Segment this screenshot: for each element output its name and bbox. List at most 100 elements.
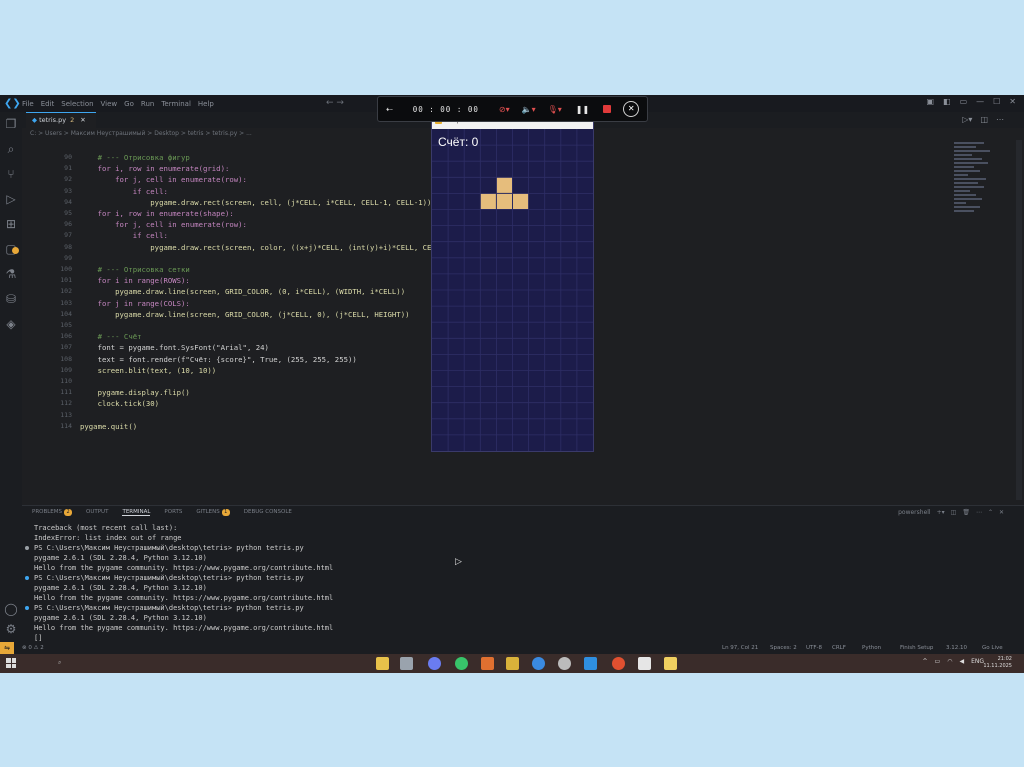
- tab-debug-console[interactable]: DEBUG CONSOLE: [244, 509, 292, 516]
- panel-toggle-icon[interactable]: ▭: [960, 97, 968, 106]
- code-line[interactable]: # --- Счёт: [80, 332, 142, 341]
- code-line[interactable]: pygame.draw.line(screen, GRID_COLOR, (0,…: [80, 287, 405, 296]
- command-status-dot[interactable]: [25, 546, 29, 550]
- more-icon[interactable]: ⋯: [976, 509, 982, 516]
- run-file-icon[interactable]: ▷▾: [962, 115, 972, 124]
- app-icon-10[interactable]: [612, 657, 625, 670]
- microphone-icon[interactable]: 🎙▾: [548, 105, 562, 114]
- menu-item-view[interactable]: View: [101, 100, 118, 108]
- menu-item-run[interactable]: Run: [141, 100, 154, 108]
- extensions-icon[interactable]: ⊞: [0, 212, 22, 237]
- app-icon-3[interactable]: [428, 657, 441, 670]
- app-icon-8[interactable]: [558, 657, 571, 670]
- go-live-button[interactable]: Go Live: [982, 645, 1003, 651]
- close-panel-icon[interactable]: ✕: [999, 509, 1004, 516]
- tab-terminal[interactable]: TERMINAL: [122, 509, 151, 516]
- split-terminal-icon[interactable]: ◫: [951, 509, 957, 516]
- testing-icon[interactable]: ⚗: [0, 262, 22, 287]
- menu-item-selection[interactable]: Selection: [61, 100, 93, 108]
- language-mode[interactable]: Python: [862, 645, 881, 651]
- maximize-panel-icon[interactable]: ⌃: [988, 509, 993, 516]
- search-icon[interactable]: ⌕: [0, 137, 22, 162]
- close-recorder-button[interactable]: ✕: [623, 101, 640, 117]
- tab-gitlens[interactable]: GITLENS 1: [196, 509, 230, 516]
- code-line[interactable]: for j, cell in enumerate(row):: [80, 175, 247, 184]
- remote-indicator-icon[interactable]: ⇋: [0, 642, 14, 654]
- tab-output[interactable]: OUTPUT: [86, 509, 108, 516]
- search-taskbar-icon[interactable]: ⌕: [58, 659, 61, 667]
- whatsapp-icon[interactable]: [455, 657, 468, 670]
- stop-button[interactable]: [603, 105, 612, 113]
- kill-terminal-icon[interactable]: 🗑: [962, 509, 970, 516]
- code-line[interactable]: for i, row in enumerate(grid):: [80, 164, 230, 173]
- menu-item-file[interactable]: File: [22, 100, 34, 108]
- tab-problems[interactable]: PROBLEMS 2: [32, 509, 73, 516]
- source-control-icon[interactable]: ⑂: [0, 162, 22, 187]
- code-line[interactable]: for i, row in enumerate(shape):: [80, 209, 234, 218]
- tab-ports[interactable]: PORTS: [164, 509, 182, 516]
- webcam-toggle-icon[interactable]: ⊘▾: [499, 105, 510, 114]
- game-board[interactable]: [432, 129, 593, 451]
- minimize-icon[interactable]: —: [976, 97, 984, 106]
- breadcrumb[interactable]: C: > Users > Максим Неустрашимый > Deskt…: [30, 130, 252, 137]
- finish-setup[interactable]: Finish Setup: [900, 645, 933, 651]
- code-line[interactable]: if cell:: [80, 187, 168, 196]
- volume-icon[interactable]: ◀: [959, 658, 964, 665]
- windows-start-icon[interactable]: [6, 658, 16, 668]
- app-icon-5[interactable]: [481, 657, 494, 670]
- code-line[interactable]: for i in range(ROWS):: [80, 276, 190, 285]
- browser-icon[interactable]: [532, 657, 545, 670]
- sidebar-toggle-icon[interactable]: ◧: [943, 97, 951, 106]
- close-tab-icon[interactable]: ✕: [80, 116, 85, 124]
- game-window[interactable]: Тетрис с ИИ — ☐ ✕ Счёт: 0: [431, 112, 594, 452]
- language-indicator[interactable]: ENG: [971, 658, 984, 665]
- editor-scrollbar[interactable]: [1016, 140, 1022, 500]
- close-window-icon[interactable]: ✕: [1009, 97, 1016, 106]
- code-line[interactable]: clock.tick(30): [80, 399, 160, 408]
- database-icon[interactable]: ⛁: [0, 287, 22, 312]
- menu-item-help[interactable]: Help: [198, 100, 214, 108]
- command-status-dot[interactable]: [25, 576, 29, 580]
- explorer-icon[interactable]: ❐: [0, 112, 22, 137]
- file-explorer-icon[interactable]: [376, 657, 389, 670]
- python-version[interactable]: 3.12.10: [946, 645, 967, 651]
- indentation[interactable]: Spaces: 2: [770, 645, 797, 651]
- code-line[interactable]: pygame.draw.rect(screen, cell, (j*CELL, …: [80, 198, 431, 207]
- app-icon-11[interactable]: [638, 657, 651, 670]
- code-line[interactable]: font = pygame.font.SysFont("Arial", 24): [80, 343, 269, 352]
- python-taskbar-icon[interactable]: [664, 657, 677, 670]
- drag-handle-icon[interactable]: ⇠: [386, 105, 393, 114]
- menu-item-go[interactable]: Go: [124, 100, 134, 108]
- maximize-icon[interactable]: ☐: [993, 97, 1000, 106]
- speaker-icon[interactable]: 🔈▾: [522, 105, 536, 114]
- wifi-icon[interactable]: ◠: [947, 658, 952, 665]
- tray-chevron-icon[interactable]: ^: [922, 658, 927, 665]
- code-line[interactable]: pygame.draw.line(screen, GRID_COLOR, (j*…: [80, 310, 409, 319]
- settings-gear-icon[interactable]: ⚙: [0, 617, 22, 642]
- code-line[interactable]: pygame.display.flip(): [80, 388, 190, 397]
- minimap[interactable]: [954, 140, 994, 260]
- command-status-dot[interactable]: [25, 606, 29, 610]
- code-line[interactable]: # --- Отрисовка сетки: [80, 265, 190, 274]
- menu-item-edit[interactable]: Edit: [41, 100, 55, 108]
- more-actions-icon[interactable]: ⋯: [996, 115, 1004, 124]
- pause-button[interactable]: ❚❚: [576, 105, 589, 114]
- taskbar-clock[interactable]: 21:02 11.11.2025: [983, 656, 1012, 670]
- code-line[interactable]: text = font.render(f"Счёт: {score}", Tru…: [80, 355, 357, 364]
- network-icon[interactable]: ▭: [935, 658, 941, 665]
- code-line[interactable]: pygame.quit(): [80, 422, 137, 431]
- line-endings[interactable]: CRLF: [832, 645, 846, 651]
- split-editor-icon[interactable]: ◫: [980, 115, 988, 124]
- tab-tetris-py[interactable]: ◆ tetris.py 2 ✕: [26, 112, 96, 128]
- code-line[interactable]: for j in range(COLS):: [80, 299, 190, 308]
- shell-selector[interactable]: powershell: [898, 509, 931, 516]
- code-line[interactable]: screen.blit(text, (10, 10)): [80, 366, 217, 375]
- cursor-position[interactable]: Ln 97, Col 21: [722, 645, 758, 651]
- app-icon-2[interactable]: [400, 657, 413, 670]
- vscode-taskbar-icon[interactable]: [584, 657, 597, 670]
- docker-icon[interactable]: ◈: [0, 312, 22, 337]
- code-line[interactable]: if cell:: [80, 231, 168, 240]
- terminal-output[interactable]: Traceback (most recent call last): IndexE…: [25, 523, 333, 643]
- code-line[interactable]: # --- Отрисовка фигур: [80, 153, 190, 162]
- app-icon-6[interactable]: [506, 657, 519, 670]
